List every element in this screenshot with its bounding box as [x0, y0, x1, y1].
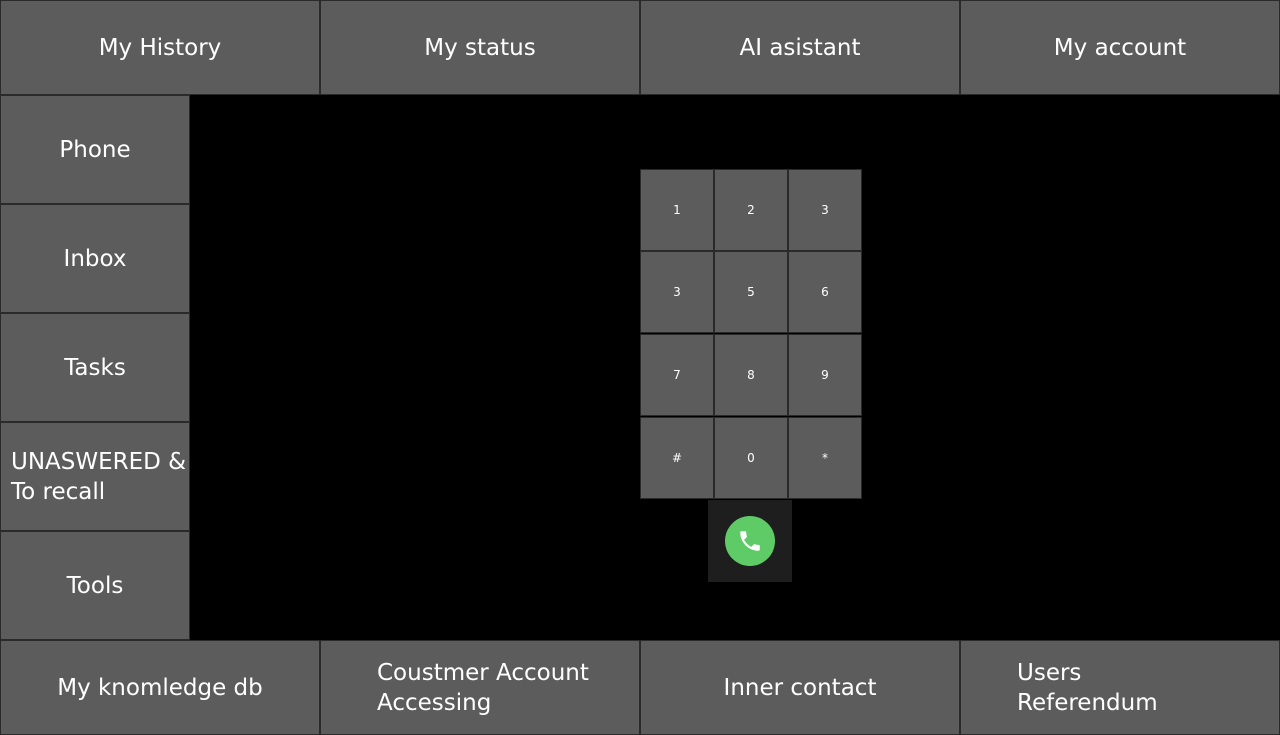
keypad-key[interactable]: 2: [714, 169, 788, 251]
keypad-key[interactable]: 9: [788, 334, 862, 416]
keypad-key-label: 0: [747, 451, 755, 465]
my-account-button[interactable]: My account: [960, 0, 1280, 95]
keypad-key-label: 7: [673, 368, 681, 382]
sidebar-item-label: Phone: [59, 136, 131, 163]
my-knowledge-db-label: My knomledge db: [57, 674, 263, 701]
my-account-label: My account: [1053, 34, 1187, 61]
call-button-container: [708, 500, 792, 582]
keypad-key-label: 1: [673, 203, 681, 217]
phone-icon: [740, 531, 760, 551]
keypad-key-label: #: [671, 451, 683, 465]
dial-keypad: 1 2 3 3 5 6 7 8 9 # 0 *: [640, 169, 862, 499]
sidebar-item-inbox[interactable]: Inbox: [0, 204, 190, 313]
inner-contact-label: Inner contact: [723, 674, 877, 701]
sidebar-item-label: Tools: [66, 572, 124, 599]
keypad-key-label: 8: [747, 368, 755, 382]
keypad-key-label: 5: [747, 285, 755, 299]
sidebar-item-tasks[interactable]: Tasks: [0, 313, 190, 422]
keypad-key[interactable]: 1: [640, 169, 714, 251]
my-status-button[interactable]: My status: [320, 0, 640, 95]
my-status-label: My status: [424, 34, 536, 61]
customer-account-accessing-label: Coustmer Account Accessing: [377, 659, 589, 716]
ai-assistant-button[interactable]: AI asistant: [640, 0, 960, 95]
my-history-button[interactable]: My History: [0, 0, 320, 95]
keypad-key[interactable]: 5: [714, 251, 788, 333]
keypad-key-label: 3: [821, 203, 829, 217]
keypad-key-label: 3: [673, 285, 681, 299]
my-knowledge-db-button[interactable]: My knomledge db: [0, 640, 320, 735]
customer-account-accessing-button[interactable]: Coustmer Account Accessing: [320, 640, 640, 735]
keypad-key-label: 2: [747, 203, 755, 217]
keypad-key[interactable]: 0: [714, 417, 788, 499]
keypad-key[interactable]: #: [640, 417, 714, 499]
sidebar-item-label: UNASWERED & To recall: [11, 448, 187, 505]
keypad-key-label: 6: [821, 285, 829, 299]
keypad-key-label: 9: [821, 368, 829, 382]
keypad-key[interactable]: 6: [788, 251, 862, 333]
keypad-key[interactable]: *: [788, 417, 862, 499]
users-referendum-button[interactable]: Users Referendum: [960, 640, 1280, 735]
sidebar-item-phone[interactable]: Phone: [0, 95, 190, 204]
keypad-key-label: *: [822, 451, 828, 465]
inner-contact-button[interactable]: Inner contact: [640, 640, 960, 735]
ai-assistant-label: AI asistant: [739, 34, 861, 61]
users-referendum-label: Users Referendum: [1017, 659, 1158, 716]
sidebar-item-unanswered[interactable]: UNASWERED & To recall: [0, 422, 190, 531]
call-button[interactable]: [725, 516, 775, 566]
my-history-label: My History: [98, 34, 222, 61]
keypad-key[interactable]: 8: [714, 334, 788, 416]
keypad-key[interactable]: 3: [640, 251, 714, 333]
phone-dashboard: My History My status AI asistant My acco…: [0, 0, 1280, 735]
sidebar-item-tools[interactable]: Tools: [0, 531, 190, 640]
keypad-key[interactable]: 7: [640, 334, 714, 416]
sidebar-item-label: Tasks: [64, 354, 126, 381]
sidebar-item-label: Inbox: [63, 245, 127, 272]
keypad-key[interactable]: 3: [788, 169, 862, 251]
